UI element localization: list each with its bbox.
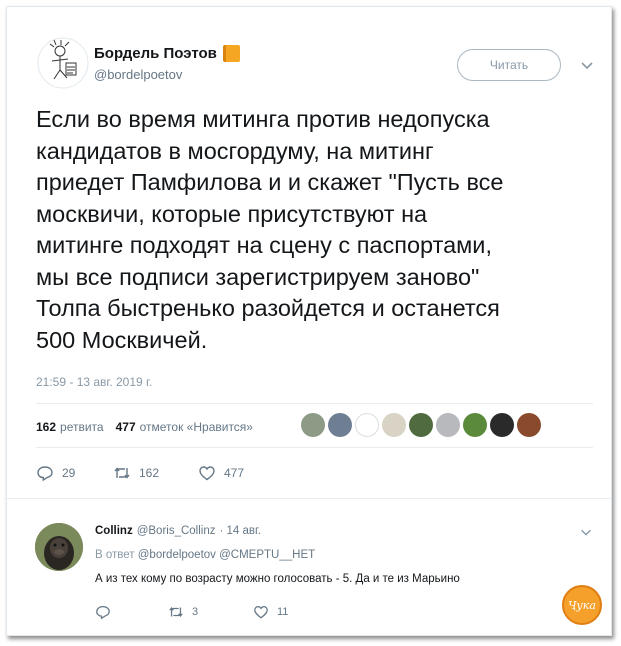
like-label[interactable]: отметок «Нравится» [140,420,253,434]
chevron-down-icon[interactable] [579,57,595,73]
liker-avatar[interactable] [301,413,325,437]
liker-avatar[interactable] [355,413,379,437]
liker-avatar[interactable] [382,413,406,437]
reply-date[interactable]: · 14 авг. [220,525,262,537]
author-name-text[interactable]: Бордель Поэтов [94,45,217,62]
reply-to-line: В ответ @bordelpoetov @CMEPTU__HET [95,549,315,561]
heart-icon [254,606,268,619]
tweet-actions: 29 162 477 [36,464,244,482]
reply-like-count: 11 [277,606,289,618]
reply-author-handle[interactable]: @Boris_Collinz [137,525,216,537]
liker-avatar[interactable] [328,413,352,437]
reply-reply-action[interactable] [95,604,168,620]
divider [36,447,593,448]
reply-author-name[interactable]: Collinz [95,525,133,537]
reply-to-mentions[interactable]: @bordelpoetov @CMEPTU__HET [138,549,315,561]
tweet-text: Если во время митинга против недопуска к… [36,106,504,353]
author-name[interactable]: Бордель Поэтов [94,45,240,62]
retweet-action-count: 162 [139,466,160,480]
like-action-count: 477 [224,466,245,480]
reply-like-action[interactable]: 11 [253,604,288,620]
reply-text: А из тех кому по возрасту можно голосова… [95,573,460,585]
reply-count: 29 [62,466,76,480]
reply-icon [96,606,110,620]
retweet-action[interactable]: 162 [113,464,198,482]
liker-avatar[interactable] [490,413,514,437]
tweet-timestamp[interactable]: 21:59 - 13 авг. 2019 г. [36,375,152,389]
liker-avatars [301,413,541,437]
reply-actions: 3 11 [95,604,288,620]
author-handle[interactable]: @bordelpoetov [94,67,182,82]
follow-button[interactable]: Читать [457,49,561,81]
author-avatar[interactable] [37,37,89,89]
reply-to-prefix: В ответ [95,549,135,561]
divider [36,403,593,404]
divider [7,498,611,499]
reply-retweet-count: 3 [192,606,199,618]
watermark-text: Ҷука [568,598,596,612]
retweet-icon [169,607,183,617]
orange-book-icon [222,45,240,62]
retweet-label[interactable]: ретвита [60,420,104,434]
liker-avatar[interactable] [409,413,433,437]
liker-avatar[interactable] [463,413,487,437]
like-count[interactable]: 477 [116,420,136,434]
tweet-stats: 162 ретвита 477 отметок «Нравится» [36,420,253,434]
liker-avatar[interactable] [436,413,460,437]
reply-header: Collinz @Boris_Collinz · 14 авг. [95,525,261,537]
heart-icon [199,466,215,481]
reply-action[interactable]: 29 [36,464,113,482]
chevron-down-icon[interactable] [579,525,593,539]
reply-avatar[interactable] [35,523,83,571]
retweet-count[interactable]: 162 [36,420,56,434]
tweet-card: Бордель Поэтов @bordelpoetov Читать Если… [6,6,612,636]
like-action[interactable]: 477 [198,464,244,482]
reply-icon [37,466,53,482]
watermark-logo: Ҷука [562,585,602,625]
reply-retweet-action[interactable]: 3 [168,604,253,620]
retweet-icon [114,467,130,479]
liker-avatar[interactable] [517,413,541,437]
